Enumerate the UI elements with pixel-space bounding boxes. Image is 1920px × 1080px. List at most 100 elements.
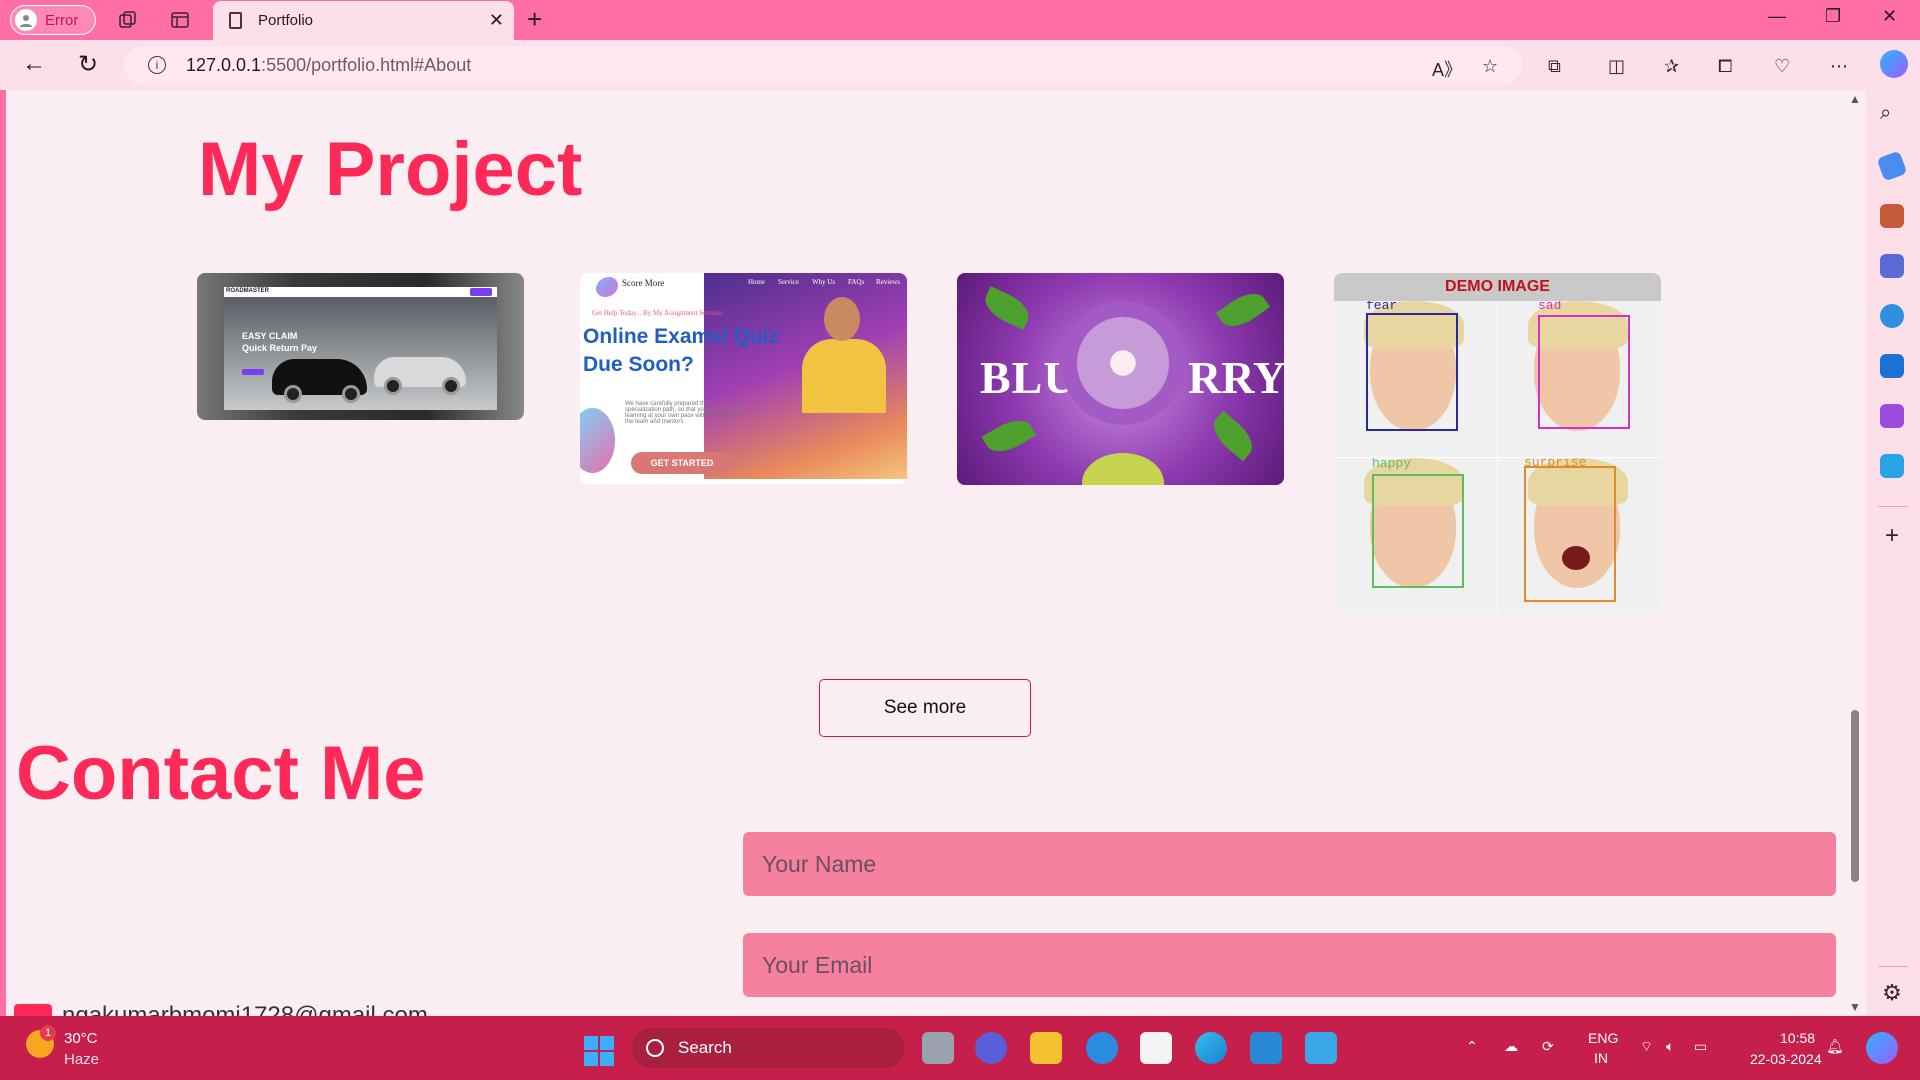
profile-button[interactable]: Error (10, 5, 96, 35)
photos-icon[interactable] (1305, 1032, 1337, 1064)
profile-status-label: Error (45, 11, 79, 29)
project-2-menu-item: Service (778, 278, 799, 286)
emotion-label: sad (1538, 301, 1562, 313)
contact-email-text[interactable]: ngakumarbmomi1728@gmail.com (62, 1002, 428, 1016)
favorite-star-icon[interactable]: ☆ (1482, 56, 1498, 77)
new-tab-button[interactable]: + (527, 4, 542, 35)
more-menu-icon[interactable]: ⋯ (1830, 56, 1848, 77)
edge-browser-icon[interactable] (1195, 1032, 1227, 1064)
microsoft-store-icon[interactable] (1140, 1032, 1172, 1064)
extensions-icon[interactable]: ⧉ (1548, 56, 1561, 77)
project-3-word-right: RRY (1188, 352, 1284, 403)
site-info-icon[interactable]: i (148, 56, 166, 74)
edge-sidebar: ⌕ + ⚙ (1866, 90, 1920, 1016)
split-screen-icon[interactable]: ◫ (1608, 56, 1625, 77)
taskbar-search[interactable]: Search (632, 1028, 905, 1068)
project-4-header: DEMO IMAGE (1334, 273, 1661, 301)
url-text[interactable]: 127.0.0.1:5500/portfolio.html#About (186, 55, 471, 76)
sync-icon[interactable]: ⟳ (1542, 1038, 1554, 1055)
windows-start-icon[interactable] (584, 1036, 614, 1066)
project-2-cta-button: GET STARTED (631, 452, 733, 474)
designer-icon[interactable] (1880, 404, 1904, 428)
add-sidebar-app-icon[interactable]: + (1880, 522, 1904, 549)
taskbar-search-label: Search (678, 1038, 732, 1057)
tab-portfolio[interactable]: Portfolio ✕ (213, 1, 514, 40)
task-view-icon[interactable] (922, 1032, 954, 1064)
page-viewport: My Project EASY CLAIM Quick Return Pay R… (6, 90, 1846, 1016)
project-card-blueberry[interactable]: BLU RRY (957, 273, 1284, 485)
workspaces-icon[interactable] (115, 8, 139, 32)
sidebar-settings-icon[interactable]: ⚙ (1880, 980, 1904, 1005)
close-tab-icon[interactable]: ✕ (489, 10, 504, 31)
search-icon[interactable]: ⌕ (1880, 102, 1904, 126)
clock-date[interactable]: 22-03-2024 (1750, 1051, 1822, 1067)
games-icon[interactable] (1880, 254, 1904, 278)
collections-icon[interactable]: ⧠ (1718, 56, 1732, 77)
leaf-image (979, 286, 1035, 330)
restore-button[interactable]: ❐ (1825, 6, 1841, 27)
teams-icon[interactable] (975, 1032, 1007, 1064)
project-card-score-more[interactable]: Score More Home Service Why Us FAQs Revi… (580, 273, 907, 484)
face-image-fear: fear (1334, 301, 1497, 457)
emotion-label: happy (1372, 458, 1412, 471)
name-input[interactable] (743, 832, 1836, 896)
emotion-label: fear (1366, 301, 1398, 313)
clock-time[interactable]: 10:58 (1780, 1030, 1815, 1046)
back-button[interactable]: ← (22, 50, 46, 78)
scroll-down-icon[interactable]: ▼ (1849, 1000, 1861, 1014)
copilot-taskbar-icon[interactable] (1866, 1032, 1898, 1064)
project-1-navbar: ROADMASTER (224, 287, 497, 297)
outlook-icon[interactable] (1880, 354, 1904, 378)
close-window-button[interactable]: ✕ (1882, 6, 1897, 27)
read-aloud-icon[interactable]: A》 (1432, 56, 1462, 82)
project-hero-image: EASY CLAIM Quick Return Pay (224, 297, 497, 410)
vertical-tabs-icon[interactable] (168, 8, 192, 32)
project-card-roadmaster[interactable]: EASY CLAIM Quick Return Pay ROADMASTER (197, 273, 524, 420)
microsoft-365-icon[interactable] (1880, 304, 1904, 328)
show-hidden-icons-icon[interactable]: ⌃ (1466, 1038, 1478, 1055)
student-image (802, 339, 886, 413)
emotion-label: surprise (1524, 458, 1587, 470)
student-image (824, 297, 860, 341)
weather-badge: 1 (40, 1025, 56, 1041)
tab-title: Portfolio (258, 12, 314, 29)
leaf-image (1215, 285, 1271, 335)
project-1-subline: Quick Return Pay (242, 343, 318, 353)
scrollbar-thumb[interactable] (1851, 710, 1859, 882)
onedrive-icon[interactable]: ☁ (1504, 1038, 1518, 1055)
project-2-paragraph: We have carefully prepared the specializ… (625, 401, 745, 425)
contact-heading: Contact Me (16, 731, 426, 816)
profile-avatar-icon (15, 9, 37, 31)
project-card-emotion-detection[interactable]: DEMO IMAGE fear sad happy surprise (1334, 273, 1661, 614)
language-top[interactable]: ENG (1588, 1030, 1618, 1046)
project-2-tagline: Get Help Today... By My Assignment Servi… (592, 309, 723, 317)
see-more-button[interactable]: See more (819, 679, 1031, 737)
favorites-icon[interactable]: ✰ (1664, 56, 1679, 77)
help-icon[interactable] (1086, 1032, 1118, 1064)
send-icon[interactable] (1880, 454, 1904, 478)
copilot-icon[interactable] (1880, 50, 1908, 78)
refresh-button[interactable]: ↻ (78, 50, 98, 79)
minimize-button[interactable]: — (1768, 6, 1786, 27)
address-bar[interactable]: i 127.0.0.1:5500/portfolio.html#About (124, 46, 1522, 84)
wifi-icon[interactable]: ⌔ (1640, 1038, 1653, 1056)
face-image-happy: happy (1334, 458, 1497, 614)
language-bottom[interactable]: IN (1594, 1050, 1608, 1066)
email-input[interactable] (743, 933, 1836, 997)
volume-icon[interactable]: 🔈︎ (1666, 1038, 1674, 1055)
notification-bell-icon[interactable]: 🔔︎ (1826, 1038, 1844, 1055)
project-2-menu-item: Reviews (876, 278, 901, 286)
scroll-up-icon[interactable]: ▲ (1849, 92, 1861, 106)
project-1-logo: ROADMASTER (226, 288, 269, 294)
temperature[interactable]: 30°C (64, 1030, 98, 1047)
donut-image (1061, 301, 1185, 425)
battery-icon[interactable]: ▭ (1694, 1038, 1707, 1055)
weather-condition[interactable]: Haze (64, 1051, 99, 1068)
file-explorer-icon[interactable] (1030, 1032, 1062, 1064)
tools-icon[interactable] (1880, 204, 1904, 228)
mail-icon (14, 1004, 52, 1016)
face-image-surprise: surprise (1498, 458, 1661, 614)
vscode-icon[interactable] (1250, 1032, 1282, 1064)
performance-icon[interactable]: ♡ (1774, 56, 1790, 77)
shopping-tag-icon[interactable] (1876, 150, 1908, 182)
